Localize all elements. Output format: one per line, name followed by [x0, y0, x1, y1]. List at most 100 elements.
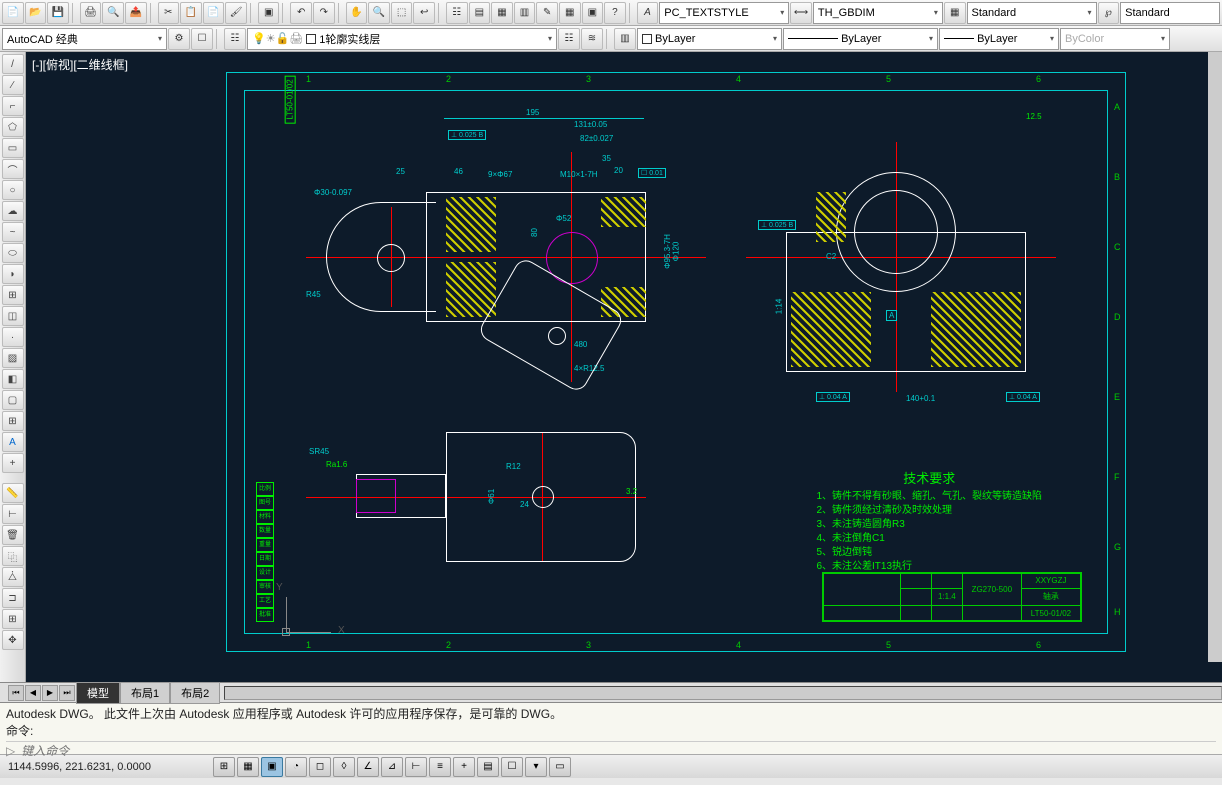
- polyline-tool[interactable]: ⌐: [2, 96, 24, 116]
- table-tool[interactable]: ⊞: [2, 411, 24, 431]
- block2-button[interactable]: ▣: [582, 2, 604, 24]
- ellipse-tool[interactable]: ⬭: [2, 243, 24, 263]
- tab-layout1[interactable]: 布局1: [120, 682, 170, 704]
- workspace-settings-button[interactable]: ⚙: [168, 28, 190, 50]
- redo-button[interactable]: ↷: [313, 2, 335, 24]
- mtext-tool[interactable]: A: [2, 432, 24, 452]
- move-tool[interactable]: ✥: [2, 630, 24, 650]
- array-tool[interactable]: ⊞: [2, 609, 24, 629]
- dyn-toggle[interactable]: ⊢: [405, 757, 427, 777]
- coordinates-display[interactable]: 1144.5996, 221.6231, 0.0000: [4, 761, 199, 773]
- arc-tool[interactable]: ⌒: [2, 159, 24, 179]
- help-button[interactable]: ?: [604, 2, 626, 24]
- dim-tool[interactable]: ⊢: [2, 504, 24, 524]
- zoom-button[interactable]: 🔍: [368, 2, 390, 24]
- canvas-scrollbar-v[interactable]: [1208, 52, 1222, 662]
- dist-tool[interactable]: 📏: [2, 483, 24, 503]
- linetype-dropdown[interactable]: ByLayer▾: [783, 28, 938, 50]
- copy-tool[interactable]: ⿻: [2, 546, 24, 566]
- layerprops-button[interactable]: ☷: [224, 28, 246, 50]
- rectangle-tool[interactable]: ▭: [2, 138, 24, 158]
- ellipsearc-tool[interactable]: ◗: [2, 264, 24, 284]
- region-tool[interactable]: ▢: [2, 390, 24, 410]
- tab-last[interactable]: ⏭: [59, 685, 75, 701]
- textstyle-icon[interactable]: A: [637, 2, 659, 24]
- lineweight-dropdown[interactable]: ByLayer▾: [939, 28, 1059, 50]
- tab-layout2[interactable]: 布局2: [170, 682, 220, 704]
- designcenter-button[interactable]: ▤: [469, 2, 491, 24]
- zoomwin-button[interactable]: ⬚: [391, 2, 413, 24]
- erase-tool[interactable]: 🗑: [2, 525, 24, 545]
- horizontal-scrollbar[interactable]: [224, 686, 1222, 700]
- properties-button[interactable]: ☷: [446, 2, 468, 24]
- tab-first[interactable]: ⏮: [8, 685, 24, 701]
- print-button[interactable]: 🖨: [80, 2, 102, 24]
- copy-button[interactable]: 📋: [180, 2, 202, 24]
- toolpalette-button[interactable]: ▦: [491, 2, 513, 24]
- undo-button[interactable]: ↶: [290, 2, 312, 24]
- dimstyle-icon[interactable]: ⟷: [790, 2, 812, 24]
- tab-next[interactable]: ▶: [42, 685, 58, 701]
- color-dropdown[interactable]: ByLayer▾: [637, 28, 782, 50]
- command-input[interactable]: [19, 742, 1216, 760]
- tab-model[interactable]: 模型: [76, 682, 120, 704]
- drawing-canvas[interactable]: [-][俯视][二维线框] LT50-01/02 1 2 3 4 5 6 1 2…: [26, 52, 1222, 682]
- polar-toggle[interactable]: ◔: [285, 757, 307, 777]
- mlstyle-dropdown[interactable]: Standard: [1120, 2, 1220, 24]
- open-button[interactable]: 📂: [25, 2, 47, 24]
- markup-button[interactable]: ✎: [536, 2, 558, 24]
- insert-tool[interactable]: ⊞: [2, 285, 24, 305]
- spline-tool[interactable]: ~: [2, 222, 24, 242]
- grid-toggle[interactable]: ▦: [237, 757, 259, 777]
- gradient-tool[interactable]: ◧: [2, 369, 24, 389]
- matchprop-button[interactable]: 🖌: [225, 2, 247, 24]
- line-tool[interactable]: /: [2, 54, 24, 74]
- save-button[interactable]: 💾: [47, 2, 69, 24]
- layer-dropdown[interactable]: 💡☀🔓🖨 1轮廓实线层 ▾: [247, 28, 557, 50]
- calc-button[interactable]: ▦: [559, 2, 581, 24]
- sc-toggle[interactable]: ☐: [501, 757, 523, 777]
- revcloud-tool[interactable]: ☁: [2, 201, 24, 221]
- block-tool[interactable]: ◫: [2, 306, 24, 326]
- otrack-toggle[interactable]: ∠: [357, 757, 379, 777]
- point-tool[interactable]: ·: [2, 327, 24, 347]
- block-button[interactable]: ▣: [258, 2, 280, 24]
- qp-toggle[interactable]: ▤: [477, 757, 499, 777]
- cut-button[interactable]: ✂: [158, 2, 180, 24]
- preview-button[interactable]: 🔍: [102, 2, 124, 24]
- plotstyle-dropdown[interactable]: ByColor▾: [1060, 28, 1170, 50]
- new-button[interactable]: 📄: [2, 2, 24, 24]
- layermatch-button[interactable]: ≋: [581, 28, 603, 50]
- tab-prev[interactable]: ◀: [25, 685, 41, 701]
- osnap-toggle[interactable]: ◻: [309, 757, 331, 777]
- textstyle-dropdown[interactable]: PC_TEXTSTYLE▾: [659, 2, 789, 24]
- zoomprev-button[interactable]: ↩: [413, 2, 435, 24]
- xline-tool[interactable]: ∕: [2, 75, 24, 95]
- offset-tool[interactable]: ⊐: [2, 588, 24, 608]
- tpy-toggle[interactable]: +: [453, 757, 475, 777]
- pan-button[interactable]: ✋: [346, 2, 368, 24]
- snap-toggle[interactable]: ⊞: [213, 757, 235, 777]
- ortho-toggle[interactable]: ▣: [261, 757, 283, 777]
- publish-button[interactable]: 📤: [125, 2, 147, 24]
- am-toggle[interactable]: ▾: [525, 757, 547, 777]
- polygon-tool[interactable]: ⬠: [2, 117, 24, 137]
- sheetset-button[interactable]: ▥: [514, 2, 536, 24]
- dimstyle-dropdown[interactable]: TH_GBDIM▾: [813, 2, 943, 24]
- workspace-dropdown[interactable]: AutoCAD 经典▾: [2, 28, 167, 50]
- layerstate-button[interactable]: ☷: [558, 28, 580, 50]
- workspace-switch-button[interactable]: ☐: [191, 28, 213, 50]
- circle-tool[interactable]: ○: [2, 180, 24, 200]
- 3dosnap-toggle[interactable]: ◊: [333, 757, 355, 777]
- color-button[interactable]: ▥: [614, 28, 636, 50]
- hatch-tool[interactable]: ▨: [2, 348, 24, 368]
- paste-button[interactable]: 📄: [203, 2, 225, 24]
- lwt-toggle[interactable]: ≡: [429, 757, 451, 777]
- tablestyle-dropdown[interactable]: Standard▾: [967, 2, 1097, 24]
- addselect-tool[interactable]: +: [2, 453, 24, 473]
- mlstyle-icon[interactable]: ℘: [1098, 2, 1120, 24]
- ducs-toggle[interactable]: ⊿: [381, 757, 403, 777]
- mirror-tool[interactable]: ⧊: [2, 567, 24, 587]
- tablestyle-icon[interactable]: ▦: [944, 2, 966, 24]
- model-button[interactable]: ▭: [549, 757, 571, 777]
